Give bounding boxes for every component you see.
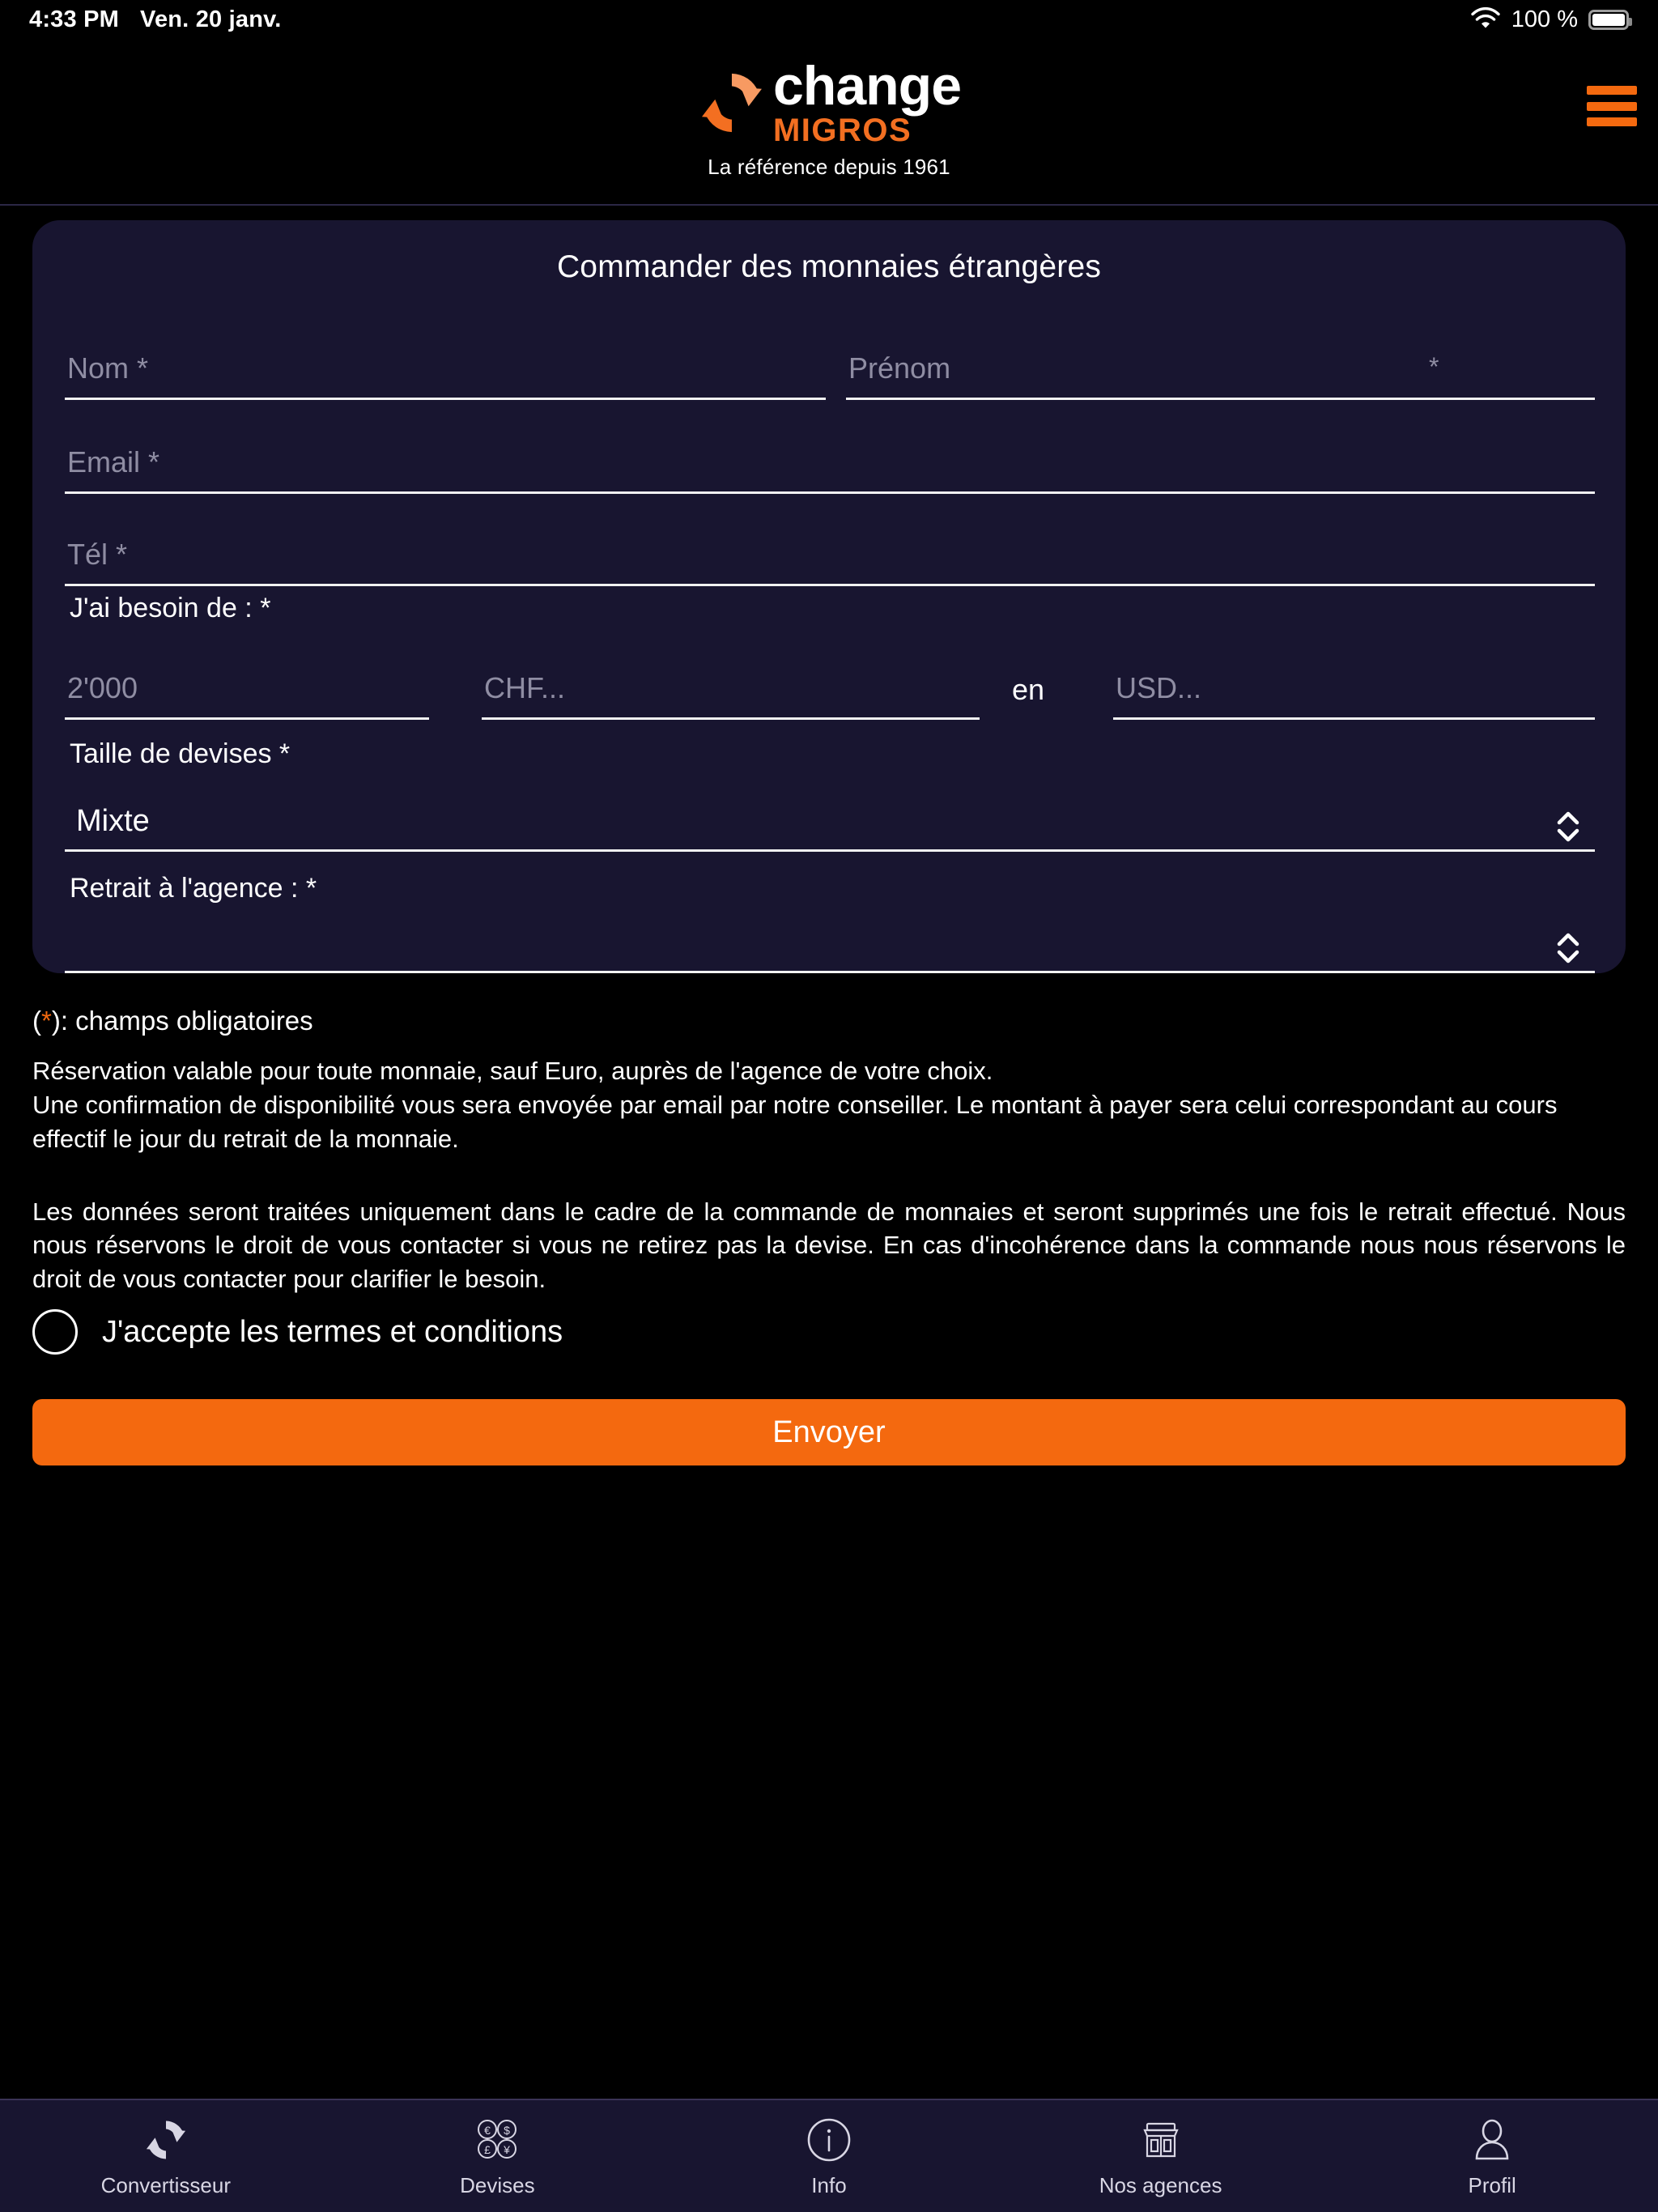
nom-placeholder: Nom * [67,351,149,385]
tab-label: Devises [460,2172,535,2197]
hamburger-bar [1587,117,1637,126]
tel-field[interactable]: Tél * [65,521,1595,586]
taille-devises-select[interactable]: Mixte [65,779,1595,852]
nom-field[interactable]: Nom * [65,335,826,400]
besoin-label: J'ai besoin de : * [70,593,271,623]
svg-text:$: $ [504,2124,510,2137]
tab-devises[interactable]: € $ £ ¥ Devises [332,2100,664,2212]
person-icon [1469,2115,1516,2165]
chevron-up-down-icon [1554,929,1582,967]
status-date: Ven. 20 janv. [140,6,282,32]
storefront-icon [1137,2115,1184,2165]
to-currency-underline [1113,717,1595,720]
prenom-underline [846,398,1595,400]
tab-label: Nos agences [1099,2172,1222,2197]
svg-text:€: € [484,2124,491,2137]
page-title: Commander des monnaies étrangères [556,249,1102,284]
reservation-note-line1: Réservation valable pour toute monnaie, … [32,1057,993,1085]
tel-placeholder: Tél * [67,538,128,571]
wifi-icon [1470,6,1501,33]
to-currency-placeholder: USD... [1116,671,1202,704]
info-circle-icon [806,2115,852,2165]
nom-underline [65,398,826,400]
svg-text:¥: ¥ [503,2143,510,2156]
terms-row[interactable]: J'accepte les termes et conditions [32,1309,563,1355]
required-note-star: * [41,1006,52,1036]
tab-convertisseur[interactable]: Convertisseur [0,2100,332,2212]
from-currency-field[interactable]: CHF... [482,655,980,720]
status-bar: 4:33 PM Ven. 20 janv. 100 % [0,0,1658,39]
taille-devises-underline [65,849,1595,852]
en-label: en [1012,673,1045,706]
from-currency-underline [482,717,980,720]
retrait-agence-select[interactable] [65,905,1595,973]
currency-coins-icon: € $ £ ¥ [473,2115,521,2165]
terms-label: J'accepte les termes et conditions [102,1314,563,1349]
status-bar-left: 4:33 PM Ven. 20 janv. [29,6,282,33]
hamburger-bar [1587,101,1637,111]
email-placeholder: Email * [67,445,160,479]
tab-label: Info [811,2172,847,2197]
amount-underline [65,717,429,720]
battery-full-icon [1588,9,1632,30]
from-currency-placeholder: CHF... [484,671,566,704]
tel-underline [65,584,1595,586]
hamburger-menu-icon[interactable] [1587,86,1637,126]
app-header: change MIGROS La référence depuis 1961 [0,39,1658,206]
status-time: 4:33 PM [29,6,119,32]
convert-arrows-icon [143,2115,189,2165]
app-logo: change MIGROS La référence depuis 1961 [697,55,962,180]
required-fields-note: (*): champs obligatoires [32,1006,1626,1036]
privacy-note: Les données seront traitées uniquement d… [32,1197,1626,1294]
order-form-card: Commander des monnaies étrangères Nom * … [32,220,1626,973]
logo-change-word: change [772,55,962,117]
to-currency-field[interactable]: USD... [1113,655,1595,720]
taille-devises-value: Mixte [76,804,150,838]
prenom-field[interactable]: Prénom * [846,335,1595,400]
logo-migros-word: MIGROS [772,112,912,148]
required-note-text: ): champs obligatoires [51,1006,313,1036]
taille-devises-label: Taille de devises * [70,738,291,769]
tab-label: Convertisseur [100,2172,231,2197]
notes-block: (*): champs obligatoires Réservation val… [32,1006,1626,1296]
email-underline [65,491,1595,494]
reservation-note-line2: Une confirmation de disponibilité vous s… [32,1090,1558,1153]
email-field[interactable]: Email * [65,429,1595,494]
status-bar-right: 100 % [1470,6,1632,33]
amount-field[interactable]: 2'000 [65,655,429,720]
tab-label: Profil [1468,2172,1516,2197]
retrait-agence-label: Retrait à l'agence : * [70,873,317,904]
tab-profil[interactable]: Profil [1326,2100,1658,2212]
change-swirl-icon [697,68,767,138]
submit-button[interactable]: Envoyer [32,1399,1626,1465]
amount-placeholder: 2'000 [67,671,138,704]
chevron-up-down-icon [1554,808,1582,845]
logo-tagline: La référence depuis 1961 [708,154,950,179]
checkbox-unchecked-icon[interactable] [32,1309,78,1355]
battery-percent: 100 % [1511,6,1578,32]
logo-lockup: change MIGROS [697,55,962,148]
required-note-open: ( [32,1006,41,1036]
prenom-required-star: * [1429,352,1439,381]
tab-nos-agences[interactable]: Nos agences [995,2100,1327,2212]
tab-info[interactable]: Info [663,2100,995,2212]
prenom-placeholder: Prénom [848,351,951,385]
hamburger-bar [1587,86,1637,95]
logo-text: change MIGROS [772,55,962,148]
bottom-tab-bar: Convertisseur € $ £ ¥ Devises Info Nos a… [0,2099,1658,2212]
retrait-agence-underline [65,971,1595,973]
reservation-note: Réservation valable pour toute monnaie, … [32,1054,1626,1156]
svg-text:£: £ [484,2143,491,2156]
